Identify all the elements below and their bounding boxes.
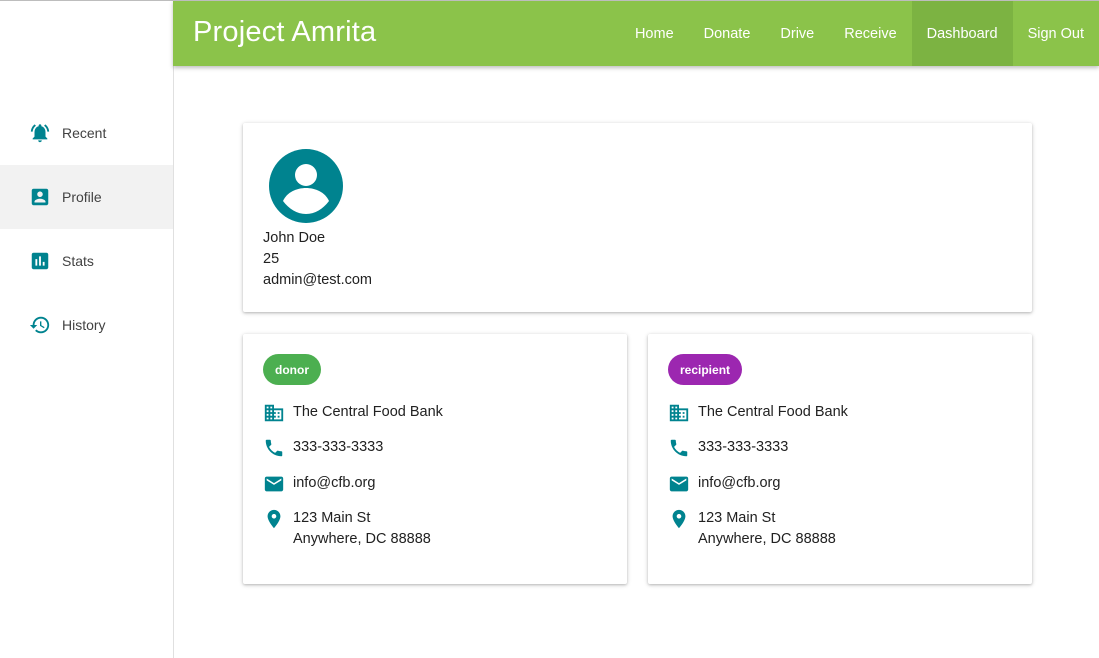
org-email-row: info@cfb.org (263, 473, 375, 495)
bell-icon (29, 122, 51, 144)
sidebar-item-recent[interactable]: Recent (0, 101, 173, 165)
org-phone: 333-333-3333 (293, 439, 384, 455)
profile-email: admin@test.com (263, 272, 373, 288)
sidebar-item-history[interactable]: History (0, 293, 173, 357)
org-email[interactable]: info@cfb.org (698, 473, 780, 494)
org-name-row: The Central Food Bank (668, 402, 848, 424)
phone-icon (263, 437, 285, 459)
address-line-2: Anywhere, DC 88888 (293, 531, 431, 547)
nav-donate[interactable]: Donate (689, 1, 766, 66)
org-name-row: The Central Food Bank (263, 402, 443, 424)
sidebar-item-label: Recent (62, 125, 107, 141)
bar-chart-icon (29, 250, 51, 272)
nav-dashboard[interactable]: Dashboard (911, 1, 1013, 66)
sidebar-item-label: Profile (62, 189, 102, 205)
donor-org-card: donor The Central Food Bank 333-333-3333… (243, 334, 627, 584)
email-icon (668, 473, 690, 495)
sidebar-item-profile[interactable]: Profile (0, 165, 173, 229)
profile-age: 25 (263, 251, 280, 267)
location-pin-icon (263, 508, 285, 530)
nav-drive[interactable]: Drive (765, 1, 829, 66)
profile-name: John Doe (263, 230, 326, 246)
nav-sign-out[interactable]: Sign Out (1013, 1, 1099, 66)
sidebar-item-label: History (62, 317, 106, 333)
address-line-1: 123 Main St (293, 510, 371, 526)
building-icon (263, 402, 285, 424)
org-phone: 333-333-3333 (698, 439, 789, 455)
email-icon (263, 473, 285, 495)
sidebar-item-label: Stats (62, 253, 94, 269)
org-email[interactable]: info@cfb.org (293, 473, 375, 494)
org-phone-row: 333-333-3333 (668, 437, 788, 459)
org-address: 123 Main St Anywhere, DC 88888 (698, 508, 836, 550)
nav-receive[interactable]: Receive (829, 1, 911, 66)
address-line-1: 123 Main St (698, 510, 776, 526)
building-icon (668, 402, 690, 424)
org-phone-row: 333-333-3333 (263, 437, 383, 459)
address-line-2: Anywhere, DC 88888 (698, 531, 836, 547)
sidebar: Recent Profile Stats History (0, 0, 174, 658)
profile-card: John Doe 25 admin@test.com (243, 123, 1032, 312)
account-box-icon (29, 186, 51, 208)
org-name: The Central Food Bank (293, 404, 443, 420)
app-title[interactable]: Project Amrita (193, 16, 376, 49)
app-bar: Project Amrita Home Donate Drive Receive… (173, 0, 1099, 66)
role-chip-donor: donor (263, 354, 321, 385)
history-icon (29, 314, 51, 336)
role-chip-recipient: recipient (668, 354, 743, 385)
org-address-row: 123 Main St Anywhere, DC 88888 (263, 508, 431, 550)
phone-icon (668, 437, 690, 459)
location-pin-icon (668, 508, 690, 530)
nav-home[interactable]: Home (620, 1, 689, 66)
org-email-row: info@cfb.org (668, 473, 780, 495)
org-name: The Central Food Bank (698, 404, 848, 420)
org-address: 123 Main St Anywhere, DC 88888 (293, 508, 431, 550)
recipient-org-card: recipient The Central Food Bank 333-333-… (648, 334, 1032, 584)
org-address-row: 123 Main St Anywhere, DC 88888 (668, 508, 836, 550)
top-nav: Home Donate Drive Receive Dashboard Sign… (620, 1, 1099, 66)
sidebar-item-stats[interactable]: Stats (0, 229, 173, 293)
account-circle-icon (269, 149, 343, 223)
